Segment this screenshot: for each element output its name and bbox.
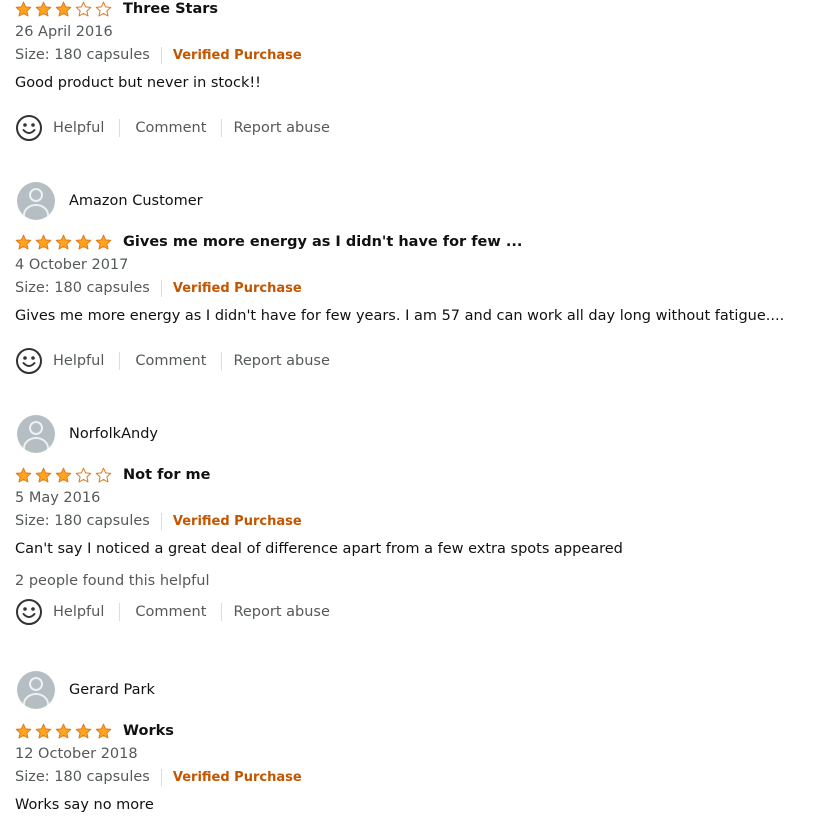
review-actions: Helpful Comment Report abuse: [15, 113, 823, 143]
avatar: [17, 671, 55, 709]
review-date: 12 October 2018: [15, 746, 138, 762]
verified-purchase-badge: Verified Purchase: [172, 769, 302, 785]
review-body: Good product but never in stock!!: [15, 75, 261, 91]
review-actions: Helpful Comment Report abuse: [15, 346, 823, 376]
review-title[interactable]: Not for me: [123, 467, 211, 483]
reviewer-profile[interactable]: NorfolkAndy: [15, 414, 823, 454]
helpful-button[interactable]: Helpful: [53, 604, 104, 620]
star-empty-icon: [95, 1, 112, 16]
divider: [221, 603, 223, 621]
size-label[interactable]: Size: 180 capsules: [15, 769, 150, 785]
reviewer-name[interactable]: Amazon Customer: [69, 193, 203, 209]
comment-link[interactable]: Comment: [135, 353, 206, 369]
reviewer-name[interactable]: Gerard Park: [69, 682, 155, 698]
divider: [160, 46, 162, 64]
review-title[interactable]: Three Stars: [123, 1, 218, 17]
divider: [119, 352, 121, 370]
verified-purchase-badge: Verified Purchase: [172, 47, 302, 63]
star-filled-icon: [95, 723, 112, 738]
comment-link[interactable]: Comment: [135, 604, 206, 620]
star-rating[interactable]: [15, 467, 115, 484]
review-date: 4 October 2017: [15, 257, 129, 273]
star-filled-icon: [35, 234, 52, 249]
review-title-row: Gives me more energy as I didn't have fo…: [15, 232, 823, 252]
reviewer-profile[interactable]: Gerard Park: [15, 670, 823, 710]
review-title[interactable]: Works: [123, 723, 174, 739]
review: NorfolkAndy Not for me 5 May 2016 Size: …: [15, 414, 823, 627]
star-filled-icon: [55, 723, 72, 738]
star-filled-icon: [55, 1, 72, 16]
smiley-icon[interactable]: [15, 114, 43, 142]
star-filled-icon: [35, 723, 52, 738]
comment-link[interactable]: Comment: [135, 120, 206, 136]
avatar: [17, 182, 55, 220]
star-filled-icon: [15, 723, 32, 738]
star-rating[interactable]: [15, 234, 115, 251]
helpful-count: 2 people found this helpful: [15, 573, 210, 589]
size-label[interactable]: Size: 180 capsules: [15, 280, 150, 296]
size-label[interactable]: Size: 180 capsules: [15, 513, 150, 529]
verified-purchase-badge: Verified Purchase: [172, 280, 302, 296]
review-meta: Size: 180 capsules Verified Purchase: [15, 43, 823, 67]
star-filled-icon: [35, 467, 52, 482]
star-filled-icon: [75, 723, 92, 738]
star-empty-icon: [75, 1, 92, 16]
review-title-row: Not for me: [15, 465, 823, 485]
review-body: Can't say I noticed a great deal of diff…: [15, 541, 623, 557]
star-filled-icon: [15, 234, 32, 249]
star-filled-icon: [15, 1, 32, 16]
divider: [119, 603, 121, 621]
helpful-button[interactable]: Helpful: [53, 353, 104, 369]
star-filled-icon: [95, 234, 112, 249]
review-meta: Size: 180 capsules Verified Purchase: [15, 276, 823, 300]
divider: [119, 119, 121, 137]
review-body: Gives me more energy as I didn't have fo…: [15, 308, 785, 324]
size-label[interactable]: Size: 180 capsules: [15, 47, 150, 63]
star-empty-icon: [95, 467, 112, 482]
review-actions: Helpful Comment Report abuse: [15, 597, 823, 627]
reviewer-name[interactable]: NorfolkAndy: [69, 426, 158, 442]
review-body: Works say no more: [15, 797, 154, 813]
review: Gerard Park Works 12 October 2018 Size: …: [15, 670, 823, 813]
review-date: 26 April 2016: [15, 24, 113, 40]
star-rating[interactable]: [15, 1, 115, 18]
verified-purchase-badge: Verified Purchase: [172, 513, 302, 529]
review: Three Stars 26 April 2016 Size: 180 caps…: [15, 0, 823, 143]
report-abuse-link[interactable]: Report abuse: [233, 604, 329, 620]
divider: [160, 279, 162, 297]
star-rating[interactable]: [15, 723, 115, 740]
divider: [160, 768, 162, 786]
review-title-row: Three Stars: [15, 0, 823, 19]
star-filled-icon: [75, 234, 92, 249]
review-meta: Size: 180 capsules Verified Purchase: [15, 765, 823, 789]
reviewer-profile[interactable]: Amazon Customer: [15, 181, 823, 221]
smiley-icon[interactable]: [15, 347, 43, 375]
star-filled-icon: [55, 234, 72, 249]
review-date: 5 May 2016: [15, 490, 101, 506]
smiley-icon[interactable]: [15, 598, 43, 626]
review-title-row: Works: [15, 721, 823, 741]
review-meta: Size: 180 capsules Verified Purchase: [15, 509, 823, 533]
star-filled-icon: [55, 467, 72, 482]
star-filled-icon: [35, 1, 52, 16]
star-filled-icon: [15, 467, 32, 482]
avatar: [17, 415, 55, 453]
report-abuse-link[interactable]: Report abuse: [233, 120, 329, 136]
divider: [221, 119, 223, 137]
divider: [160, 512, 162, 530]
star-empty-icon: [75, 467, 92, 482]
divider: [221, 352, 223, 370]
review: Amazon Customer Gives me more energy as …: [15, 181, 823, 376]
report-abuse-link[interactable]: Report abuse: [233, 353, 329, 369]
review-title[interactable]: Gives me more energy as I didn't have fo…: [123, 234, 522, 250]
helpful-button[interactable]: Helpful: [53, 120, 104, 136]
